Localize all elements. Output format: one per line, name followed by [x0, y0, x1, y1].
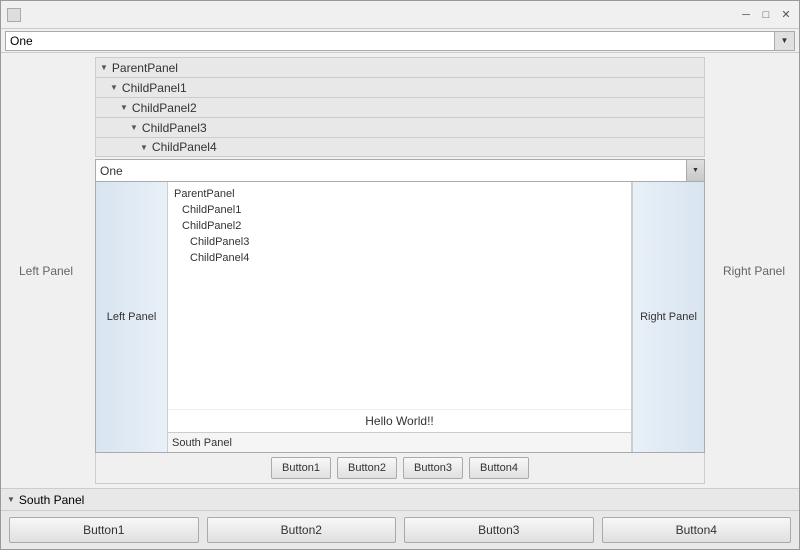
window-icon: [7, 8, 21, 22]
inner-dropdown-text: One: [96, 164, 686, 178]
outer-button2[interactable]: Button2: [207, 517, 397, 543]
inner-button-row: Button1 Button2 Button3 Button4: [95, 453, 705, 484]
child-panel3-label: ChildPanel3: [142, 121, 207, 135]
close-button[interactable]: ✕: [779, 8, 793, 22]
south-panel-buttons: Button1 Button2 Button3 Button4: [1, 511, 799, 549]
collapse-arrow: ▼: [110, 83, 118, 92]
child-panel3-row[interactable]: ▼ ChildPanel3: [95, 117, 705, 137]
inner-left-panel: Left Panel: [96, 182, 168, 452]
outer-button3[interactable]: Button3: [404, 517, 594, 543]
top-dropdown-arrow[interactable]: ▼: [775, 31, 795, 51]
south-panel-label: South Panel: [19, 493, 84, 507]
center-content: ▼ ParentPanel ▼ ChildPanel1 ▼ ChildPanel…: [91, 53, 709, 488]
right-outer-panel: Right Panel: [709, 53, 799, 488]
inner-center-panel: ParentPanel ChildPanel1 ChildPanel2 Chil…: [168, 182, 632, 452]
south-outer-panel: ▼ South Panel Button1 Button2 Button3 Bu…: [1, 488, 799, 549]
collapse-arrow: ▼: [140, 143, 148, 152]
outer-button4[interactable]: Button4: [602, 517, 792, 543]
child-panel2-row[interactable]: ▼ ChildPanel2: [95, 97, 705, 117]
parent-panel-label: ParentPanel: [112, 61, 178, 75]
collapse-arrow: ▼: [130, 123, 138, 132]
minimize-button[interactable]: ─: [739, 8, 753, 22]
child-panel1-label: ChildPanel1: [122, 81, 187, 95]
inner-button1[interactable]: Button1: [271, 457, 331, 479]
inner-dropdown-button[interactable]: ▼: [686, 160, 704, 181]
list-item: ChildPanel1: [174, 202, 625, 218]
collapse-arrow: ▼: [120, 103, 128, 112]
top-dropdown-select[interactable]: One Two Three: [5, 31, 775, 51]
inner-button4[interactable]: Button4: [469, 457, 529, 479]
child-panel2-label: ChildPanel2: [132, 101, 197, 115]
south-panel-header[interactable]: ▼ South Panel: [1, 489, 799, 511]
list-item: ChildPanel2: [174, 218, 625, 234]
child-panel1-row[interactable]: ▼ ChildPanel1: [95, 77, 705, 97]
title-bar: ─ □ ✕: [1, 1, 799, 29]
inner-list: ParentPanel ChildPanel1 ChildPanel2 Chil…: [168, 182, 631, 409]
inner-panels-container: Left Panel ParentPanel ChildPanel1 Child…: [95, 181, 705, 453]
inner-south-panel-label: South Panel: [168, 432, 631, 452]
inner-right-panel: Right Panel: [632, 182, 704, 452]
main-window: ─ □ ✕ One Two Three ▼ Left Panel ▼ Paren…: [0, 0, 800, 550]
parent-panel-row[interactable]: ▼ ParentPanel: [95, 57, 705, 77]
list-item: ChildPanel3: [174, 234, 625, 250]
south-collapse-arrow: ▼: [7, 495, 15, 504]
inner-dropdown-row: One ▼: [95, 159, 705, 181]
window-controls: ─ □ ✕: [739, 8, 793, 22]
outer-button1[interactable]: Button1: [9, 517, 199, 543]
list-item: ParentPanel: [174, 186, 625, 202]
child-panel4-row[interactable]: ▼ ChildPanel4: [95, 137, 705, 157]
main-area: Left Panel ▼ ParentPanel ▼ ChildPanel1 ▼…: [1, 53, 799, 488]
top-dropdown-row: One Two Three ▼: [1, 29, 799, 53]
child-panel4-label: ChildPanel4: [152, 140, 217, 154]
hello-world-text: Hello World!!: [168, 409, 631, 432]
maximize-button[interactable]: □: [759, 8, 773, 22]
inner-button3[interactable]: Button3: [403, 457, 463, 479]
collapse-arrow: ▼: [100, 63, 108, 72]
inner-button2[interactable]: Button2: [337, 457, 397, 479]
left-outer-panel: Left Panel: [1, 53, 91, 488]
list-item: ChildPanel4: [174, 250, 625, 266]
